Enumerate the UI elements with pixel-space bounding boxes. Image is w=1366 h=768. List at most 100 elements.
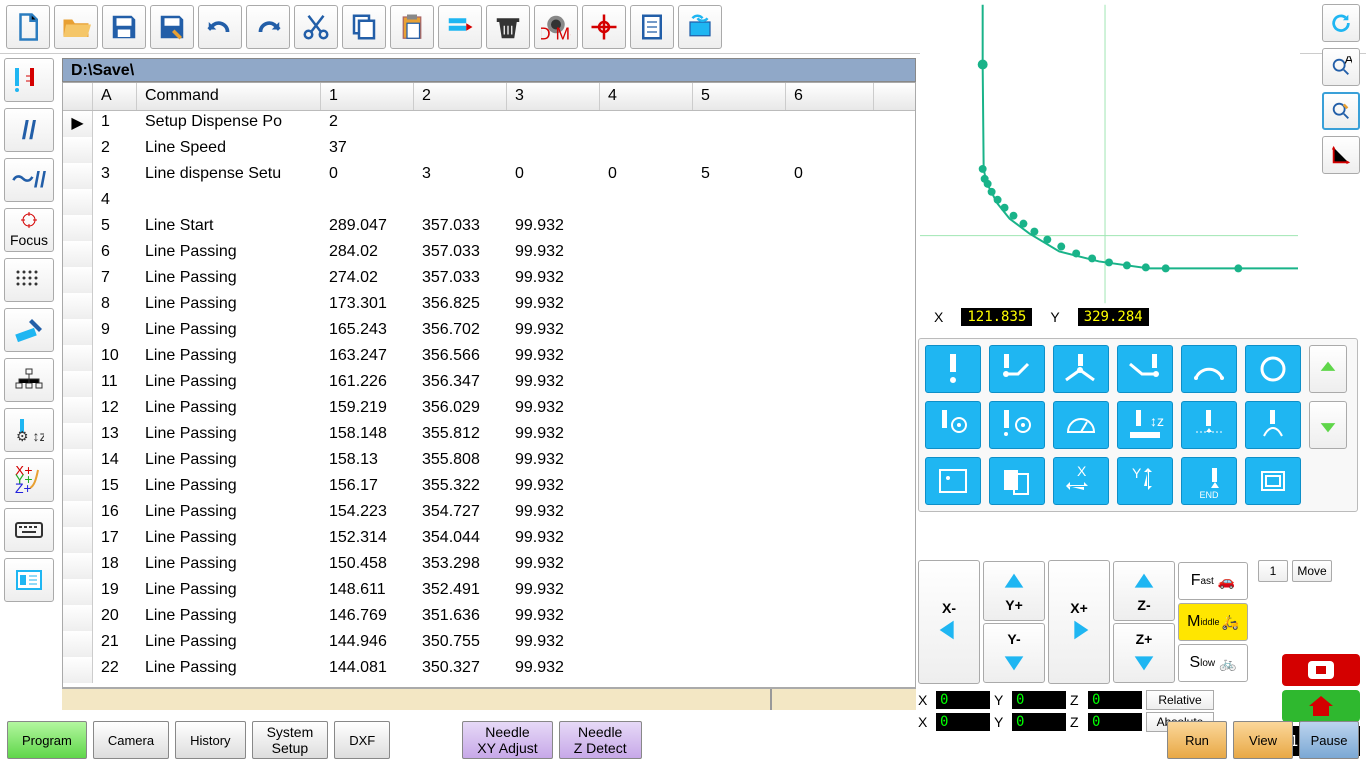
cell-rownum[interactable]: 16 [93,501,137,527]
relative-button[interactable]: Relative [1146,690,1214,710]
run-button[interactable]: Run [1167,721,1227,759]
table-row[interactable]: 2Line Speed37 [63,137,915,163]
cell-param[interactable]: 99.932 [507,553,600,579]
area-select-icon[interactable] [925,457,981,505]
cell-command[interactable]: Line Passing [137,579,321,605]
table-row[interactable]: 7Line Passing274.02357.03399.932 [63,267,915,293]
table-row[interactable]: 18Line Passing150.458353.29899.932 [63,553,915,579]
cell-command[interactable]: Line Passing [137,345,321,371]
table-row[interactable]: 15Line Passing156.17355.32299.932 [63,475,915,501]
cell-param[interactable]: 159.219 [321,397,414,423]
y-flip-icon[interactable]: Y [1117,457,1173,505]
speed-icon[interactable] [1053,401,1109,449]
delete-button[interactable] [486,5,530,49]
cell-param[interactable] [693,449,786,475]
step-1-button[interactable]: 1 [1258,560,1288,582]
program-list-icon[interactable] [4,558,54,602]
cell-param[interactable] [693,579,786,605]
table-row[interactable]: 14Line Passing158.13355.80899.932 [63,449,915,475]
program-tab[interactable]: Program [7,721,87,759]
view-button[interactable]: View [1233,721,1293,759]
cell-param[interactable]: 150.458 [321,553,414,579]
cell-rownum[interactable]: 19 [93,579,137,605]
cell-param[interactable]: 99.932 [507,475,600,501]
cell-rownum[interactable]: 8 [93,293,137,319]
jog-z-minus[interactable]: Z- [1113,561,1175,621]
cell-rownum[interactable]: 17 [93,527,137,553]
col-1[interactable]: 1 [321,83,414,110]
cell-param[interactable] [321,189,414,215]
cell-rownum[interactable]: 12 [93,397,137,423]
cell-rownum[interactable]: 13 [93,423,137,449]
cell-param[interactable] [693,501,786,527]
row-header[interactable] [63,241,93,267]
line-passing-icon[interactable] [1053,345,1109,393]
cell-command[interactable]: Line Passing [137,657,321,683]
cell-param[interactable]: 161.226 [321,371,414,397]
cell-param[interactable]: 0 [786,163,874,189]
cell-command[interactable]: Line dispense Setu [137,163,321,189]
cell-param[interactable] [786,189,874,215]
cell-param[interactable]: 355.808 [414,449,507,475]
cell-param[interactable]: 99.932 [507,319,600,345]
row-header[interactable] [63,553,93,579]
cell-param[interactable]: 99.932 [507,423,600,449]
cell-param[interactable] [786,475,874,501]
row-header[interactable] [63,449,93,475]
cell-command[interactable]: Line Passing [137,267,321,293]
cell-rownum[interactable]: 11 [93,371,137,397]
row-header[interactable] [63,657,93,683]
command-grid[interactable]: A Command 1 2 3 4 5 6 ▶1Setup Dispense P… [62,82,916,688]
cell-command[interactable]: Setup Dispense Po [137,111,321,137]
cell-param[interactable] [693,371,786,397]
open-file-button[interactable] [54,5,98,49]
scroll-up-button[interactable] [1309,345,1347,393]
cell-param[interactable]: 158.13 [321,449,414,475]
cell-param[interactable]: 173.301 [321,293,414,319]
cell-param[interactable]: 0 [321,163,414,189]
table-row[interactable]: 3Line dispense Setu030050 [63,163,915,189]
cell-param[interactable]: 99.932 [507,501,600,527]
cell-param[interactable]: 2 [321,111,414,137]
cell-param[interactable]: 0 [600,163,693,189]
cell-param[interactable]: 144.946 [321,631,414,657]
zoom-all-button[interactable]: All [1322,48,1360,86]
cell-param[interactable] [507,111,600,137]
cell-param[interactable]: 352.491 [414,579,507,605]
cell-param[interactable] [786,631,874,657]
cell-command[interactable]: Line Passing [137,397,321,423]
cell-param[interactable] [600,605,693,631]
cell-param[interactable]: 99.932 [507,397,600,423]
col-3[interactable]: 3 [507,83,600,110]
row-header[interactable] [63,293,93,319]
cell-param[interactable] [693,631,786,657]
line-end-icon[interactable] [1117,345,1173,393]
cell-param[interactable] [414,137,507,163]
cell-rownum[interactable]: 21 [93,631,137,657]
cell-param[interactable] [600,137,693,163]
cell-param[interactable]: 99.932 [507,345,600,371]
table-row[interactable]: ▶1Setup Dispense Po2 [63,111,915,137]
cell-param[interactable] [693,293,786,319]
cell-param[interactable] [600,319,693,345]
cell-param[interactable]: 355.812 [414,423,507,449]
cell-param[interactable]: 156.17 [321,475,414,501]
speed-middle-button[interactable]: Middle🛵 [1178,603,1248,641]
cell-param[interactable]: 357.033 [414,241,507,267]
speed-fast-button[interactable]: Fast 🚗 [1178,562,1248,600]
dispense-icon[interactable] [4,58,54,102]
cell-param[interactable]: 99.932 [507,579,600,605]
cell-param[interactable]: 351.636 [414,605,507,631]
table-row[interactable]: 6Line Passing284.02357.03399.932 [63,241,915,267]
col-2[interactable]: 2 [414,83,507,110]
dxf-tab[interactable]: DXF [334,721,390,759]
cell-param[interactable] [600,449,693,475]
z-clearance-icon[interactable]: ↕z [1117,401,1173,449]
cell-rownum[interactable]: 7 [93,267,137,293]
cell-param[interactable]: 154.223 [321,501,414,527]
x-flip-icon[interactable]: X [1053,457,1109,505]
cell-param[interactable]: 99.932 [507,527,600,553]
row-header[interactable] [63,319,93,345]
cell-param[interactable] [600,371,693,397]
row-header[interactable] [63,397,93,423]
